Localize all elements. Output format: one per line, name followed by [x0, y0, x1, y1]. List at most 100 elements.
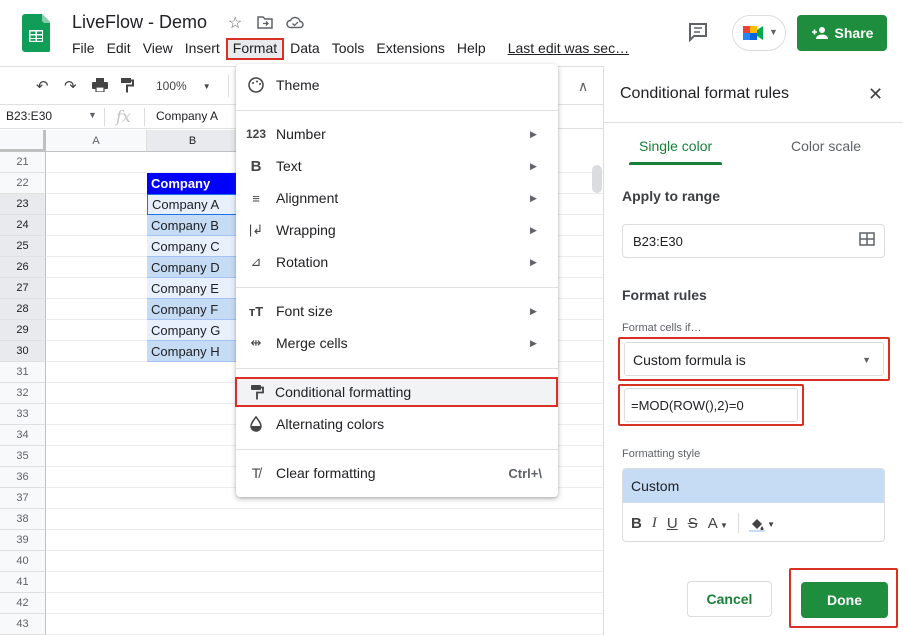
grid-line: [46, 571, 603, 572]
row-header[interactable]: 41: [0, 572, 46, 593]
table-header-cell[interactable]: Company: [147, 173, 239, 194]
row-header[interactable]: 29: [0, 320, 46, 341]
row-header[interactable]: 21: [0, 152, 46, 173]
italic-button[interactable]: I: [652, 515, 657, 532]
row-header[interactable]: 35: [0, 446, 46, 467]
row-header[interactable]: 40: [0, 551, 46, 572]
style-toolbar: B I U S A ▼ ▼: [623, 503, 884, 541]
tab-single-color[interactable]: Single color: [628, 138, 723, 165]
menu-item-theme[interactable]: Theme: [236, 70, 558, 100]
row-header[interactable]: 22: [0, 173, 46, 194]
table-cell[interactable]: Company B: [147, 215, 239, 236]
row-header[interactable]: 32: [0, 383, 46, 404]
row-header[interactable]: 24: [0, 215, 46, 236]
submenu-arrow-icon: ▶: [530, 305, 537, 316]
select-all-corner[interactable]: [0, 130, 46, 152]
style-preview[interactable]: Custom: [623, 469, 884, 503]
fill-color-icon: [748, 518, 765, 532]
close-icon[interactable]: ✕: [868, 84, 883, 105]
menu-item-conditional-formatting[interactable]: Conditional formatting: [235, 377, 558, 407]
cancel-button[interactable]: Cancel: [687, 581, 772, 617]
row-header[interactable]: 30: [0, 341, 46, 362]
menu-item-alignment[interactable]: ≡ Alignment ▶: [236, 183, 558, 213]
row-header[interactable]: 33: [0, 404, 46, 425]
font-size-icon: тT: [248, 303, 264, 319]
paint-format-icon[interactable]: [120, 77, 134, 93]
table-cell[interactable]: Company D: [147, 257, 239, 278]
range-input[interactable]: B23:E30: [622, 224, 885, 258]
custom-formula-field[interactable]: =MOD(ROW(),2)=0: [618, 384, 804, 426]
menu-tools[interactable]: Tools: [326, 38, 371, 60]
bold-button[interactable]: B: [631, 515, 642, 532]
tab-color-scale[interactable]: Color scale: [791, 138, 861, 154]
last-edit-link[interactable]: Last edit was sec…: [502, 38, 635, 60]
comment-history-icon[interactable]: [686, 20, 710, 44]
menu-item-rotation[interactable]: ⊿ Rotation ▶: [236, 247, 558, 277]
doc-title[interactable]: LiveFlow - Demo: [72, 12, 207, 33]
menu-data[interactable]: Data: [284, 38, 326, 60]
name-box-caret-icon[interactable]: ▼: [88, 110, 97, 120]
row-header[interactable]: 28: [0, 299, 46, 320]
text-color-icon: A: [707, 514, 718, 532]
condition-select[interactable]: Custom formula is ▼: [618, 337, 890, 381]
formula-input[interactable]: Company A: [156, 109, 218, 123]
done-button[interactable]: Done: [801, 582, 888, 618]
table-cell[interactable]: Company F: [147, 299, 239, 320]
row-header[interactable]: 37: [0, 488, 46, 509]
table-cell[interactable]: Company G: [147, 320, 239, 341]
underline-button[interactable]: U: [667, 515, 678, 532]
menu-item-font-size[interactable]: тT Font size ▶: [236, 296, 558, 326]
formula-value[interactable]: =MOD(ROW(),2)=0: [624, 388, 798, 422]
table-cell[interactable]: Company H: [147, 341, 239, 362]
menu-edit[interactable]: Edit: [101, 38, 137, 60]
submenu-arrow-icon: ▶: [530, 128, 537, 139]
menu-view[interactable]: View: [137, 38, 179, 60]
range-value: B23:E30: [633, 234, 683, 249]
print-icon[interactable]: [92, 78, 108, 92]
zoom-select[interactable]: 100% ▼: [156, 75, 216, 97]
row-header[interactable]: 25: [0, 236, 46, 257]
name-box[interactable]: B23:E30: [6, 109, 52, 123]
table-cell[interactable]: Company E: [147, 278, 239, 299]
menu-help[interactable]: Help: [451, 38, 492, 60]
column-header-b[interactable]: B: [147, 130, 239, 152]
menu-item-merge-cells[interactable]: ⇹ Merge cells ▶: [236, 328, 558, 358]
strikethrough-button[interactable]: S: [688, 515, 698, 532]
move-folder-icon[interactable]: [257, 15, 273, 29]
menu-item-wrapping[interactable]: |↲ Wrapping ▶: [236, 215, 558, 245]
row-header[interactable]: 27: [0, 278, 46, 299]
submenu-arrow-icon: ▶: [530, 337, 537, 348]
row-header[interactable]: 43: [0, 614, 46, 635]
menu-format[interactable]: Format: [225, 38, 285, 60]
row-header[interactable]: 38: [0, 509, 46, 530]
vertical-scrollbar[interactable]: [592, 165, 602, 193]
row-header[interactable]: 26: [0, 257, 46, 278]
collapse-toolbar-icon[interactable]: ∧: [578, 78, 588, 95]
row-header[interactable]: 36: [0, 467, 46, 488]
undo-icon[interactable]: ↶: [36, 77, 49, 95]
row-header[interactable]: 34: [0, 425, 46, 446]
cloud-saved-icon[interactable]: [286, 15, 304, 29]
menu-item-number[interactable]: 123 Number ▶: [236, 119, 558, 149]
row-header[interactable]: 39: [0, 530, 46, 551]
grid-line: [46, 613, 603, 614]
menu-extensions[interactable]: Extensions: [370, 38, 450, 60]
menu-item-text[interactable]: B Text ▶: [236, 151, 558, 181]
row-header[interactable]: 31: [0, 362, 46, 383]
row-header[interactable]: 42: [0, 593, 46, 614]
menu-item-clear-formatting[interactable]: T̸ Clear formatting Ctrl+\: [236, 458, 558, 488]
menu-item-alternating-colors[interactable]: Alternating colors: [236, 409, 558, 439]
table-cell[interactable]: Company C: [147, 236, 239, 257]
redo-icon[interactable]: ↷: [64, 77, 77, 95]
column-header-a[interactable]: A: [46, 130, 147, 152]
table-cell[interactable]: Company A: [147, 194, 239, 215]
star-icon[interactable]: ☆: [228, 13, 242, 33]
share-button[interactable]: Share: [797, 15, 887, 51]
meet-button[interactable]: ▼: [732, 15, 786, 51]
menu-insert[interactable]: Insert: [179, 38, 226, 60]
select-range-icon[interactable]: [859, 232, 875, 246]
row-header[interactable]: 23: [0, 194, 46, 215]
text-color-button[interactable]: A ▼: [708, 515, 728, 532]
menu-file[interactable]: File: [66, 38, 101, 60]
fill-color-button[interactable]: ▼: [748, 514, 775, 532]
